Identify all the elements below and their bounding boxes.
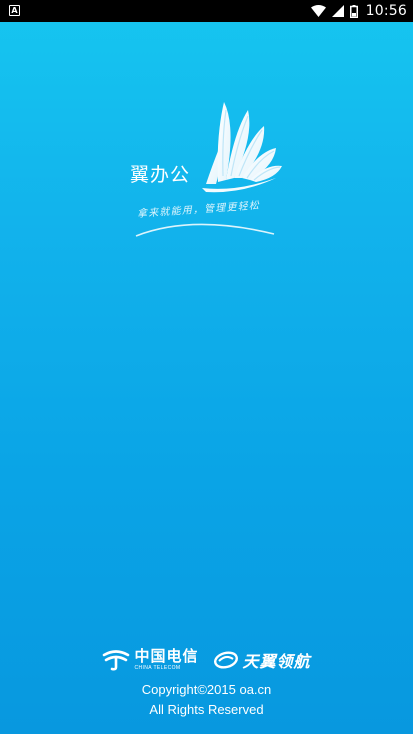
cellular-signal-icon: [331, 5, 344, 17]
footer: 中国电信 CHINA TELECOM 天翼领航 Copyright©2015 o…: [0, 648, 413, 720]
china-telecom-logo: 中国电信 CHINA TELECOM: [102, 649, 198, 671]
status-time: 10:56: [365, 3, 407, 19]
slogan-underline-swoosh: [135, 223, 275, 237]
tianyi-name: 天翼领航: [242, 654, 311, 671]
wifi-icon: [310, 5, 326, 17]
app-name: 翼办公: [130, 164, 191, 186]
copyright-text: Copyright©2015 oa.cn: [141, 682, 272, 697]
status-bar: A 10:56: [0, 0, 413, 22]
rights-text: All Rights Reserved: [149, 702, 264, 717]
china-telecom-name-en: CHINA TELECOM: [134, 665, 181, 671]
tianyi-swirl-icon: [213, 651, 238, 669]
splash-screen: A 10:56 翼办公 拿来就能用，管理更轻松 中国电信 CHINA TELEC…: [0, 0, 413, 734]
tianyi-lingHang-logo: 天翼领航: [213, 648, 311, 672]
partner-brands: 中国电信 CHINA TELECOM 天翼领航: [0, 648, 413, 672]
status-icons: 10:56: [310, 0, 407, 22]
china-telecom-icon: [103, 650, 130, 671]
china-telecom-name: 中国电信: [134, 648, 199, 665]
app-logo: 翼办公 拿来就能用，管理更轻松: [0, 90, 413, 250]
wing-feather-icon: [202, 102, 282, 193]
battery-icon: [349, 4, 358, 18]
a-notification-icon: A: [9, 5, 20, 16]
